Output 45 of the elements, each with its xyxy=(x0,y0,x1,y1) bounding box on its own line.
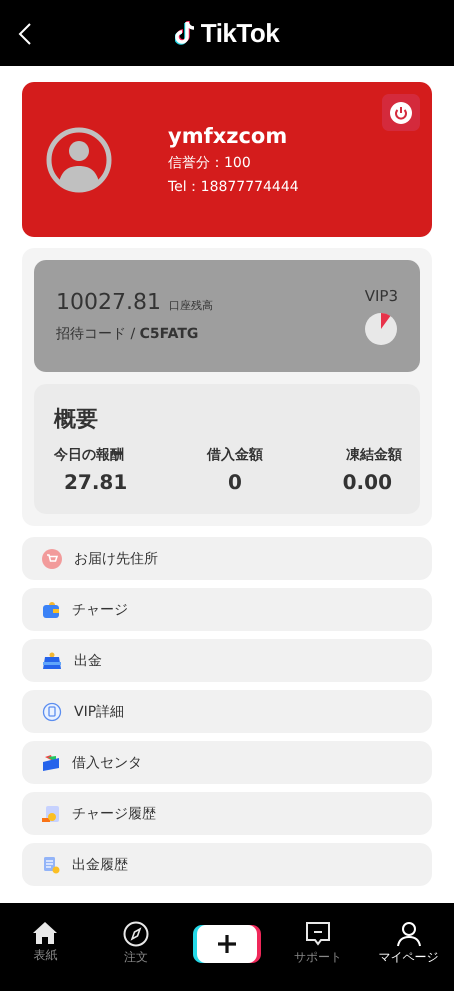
power-icon xyxy=(390,102,412,124)
logout-button[interactable] xyxy=(382,94,420,131)
plus-icon xyxy=(216,934,237,954)
username: ymfxzcom xyxy=(168,124,288,148)
summary-title: 概要 xyxy=(54,406,99,434)
nav-tab[interactable]: 注文 xyxy=(96,921,176,966)
badge-icon xyxy=(42,702,62,722)
phone-number: Tel：18877774444 xyxy=(168,178,299,196)
nav-tab[interactable]: マイページ xyxy=(368,921,449,966)
invite-code: 招待コード / C5FATG xyxy=(56,324,200,342)
stat-value: 27.81 xyxy=(63,470,128,494)
nav-tab[interactable]: 表紙 xyxy=(5,921,86,964)
balance-amount: 10027.81 xyxy=(56,290,161,314)
person-icon xyxy=(396,921,422,947)
compass-icon xyxy=(123,921,150,947)
stat-value: 0 xyxy=(226,470,243,494)
cart-icon xyxy=(42,548,62,568)
stat-label: 今日の報酬 xyxy=(54,446,124,464)
back-icon xyxy=(18,22,32,46)
balance-label: 口座残高 xyxy=(168,298,213,312)
menu-item[interactable]: 借入センタ xyxy=(22,741,432,784)
receipt-icon xyxy=(42,804,60,822)
nav-tab[interactable]: サポート xyxy=(278,921,358,966)
stat-value: 0.00 xyxy=(342,470,393,494)
credit-score: 信誉分：100 xyxy=(168,154,252,172)
avatar-icon xyxy=(46,126,112,192)
wallet-icon xyxy=(42,600,60,618)
menu-item[interactable]: お届け先住所 xyxy=(22,537,432,580)
vip-level: VIP3 xyxy=(364,287,398,305)
menu-item[interactable]: VIP詳細 xyxy=(22,690,432,733)
home-icon xyxy=(32,921,58,945)
menu-item[interactable]: 出金履歴 xyxy=(22,843,432,886)
vip-progress-chart xyxy=(365,313,398,345)
menu-item[interactable]: 出金 xyxy=(22,639,432,682)
menu-item[interactable]: チャージ履歴 xyxy=(22,792,432,835)
add-button[interactable] xyxy=(196,925,257,963)
document-icon xyxy=(42,856,60,874)
card-icon xyxy=(42,754,60,772)
stat-label: 凍結金額 xyxy=(346,446,402,464)
music-note-icon xyxy=(174,20,197,46)
logo-text: TikTok xyxy=(200,18,280,48)
stat-label: 借入金額 xyxy=(206,446,263,464)
menu-item[interactable]: チャージ xyxy=(22,588,432,631)
purse-icon xyxy=(42,652,62,670)
chat-icon xyxy=(304,921,331,947)
